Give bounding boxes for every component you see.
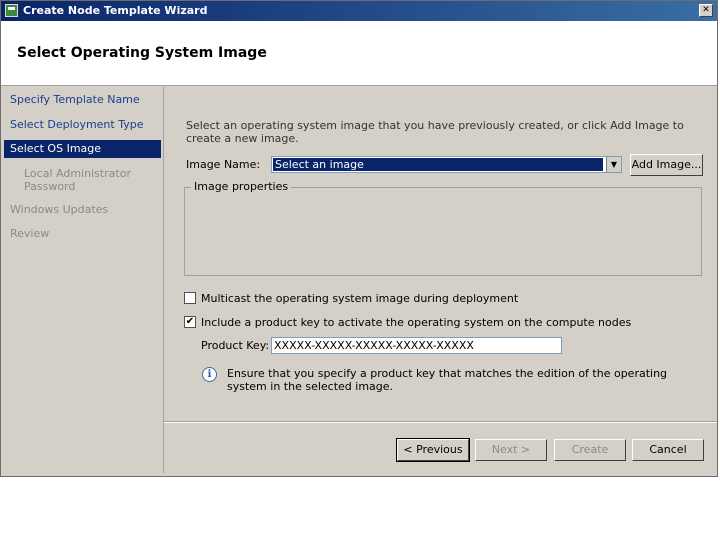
previous-button[interactable]: < Previous	[396, 438, 470, 462]
chevron-down-icon[interactable]: ▼	[606, 157, 621, 172]
image-properties-label: Image properties	[191, 180, 292, 193]
create-button[interactable]: Create	[554, 439, 626, 461]
image-name-label: Image Name:	[186, 158, 261, 171]
info-icon: i	[202, 367, 217, 382]
sidebar-item-select-os-image[interactable]: Select OS Image	[4, 140, 161, 158]
sidebar-item-review: Review	[4, 227, 161, 240]
wizard-steps-sidebar: Specify Template Name Select Deployment …	[4, 87, 164, 473]
sidebar-item-label: Windows Updates	[10, 203, 109, 216]
image-properties-group: Image properties	[184, 180, 702, 276]
title-bar: Create Node Template Wizard ✕	[1, 1, 717, 21]
sidebar-item-label: Review	[10, 227, 50, 240]
product-key-checkbox[interactable]: ✔	[184, 316, 196, 328]
sidebar-item-label: Local Administrator	[24, 167, 131, 180]
close-icon: ✕	[702, 5, 710, 15]
sidebar-item-label: Specify Template Name	[10, 93, 140, 106]
app-icon	[5, 4, 18, 17]
wizard-content: Select an operating system image that yo…	[164, 87, 717, 473]
sidebar-item-label-line2: Password	[24, 180, 76, 193]
product-key-label: Product Key:	[201, 339, 270, 352]
sidebar-item-local-administrator-password: Local Administrator Password	[4, 167, 161, 193]
intro-text: Select an operating system image that yo…	[186, 119, 684, 145]
wizard-window: Create Node Template Wizard ✕ Select Ope…	[0, 0, 718, 477]
next-button[interactable]: Next >	[475, 439, 547, 461]
page-title: Select Operating System Image	[17, 45, 267, 61]
product-key-info-text: Ensure that you specify a product key th…	[227, 367, 668, 393]
footer-divider	[164, 421, 717, 423]
window-title: Create Node Template Wizard	[23, 4, 208, 17]
product-key-checkbox-label: Include a product key to activate the op…	[201, 316, 632, 329]
multicast-label: Multicast the operating system image dur…	[201, 292, 519, 305]
sidebar-item-specify-template-name[interactable]: Specify Template Name	[4, 93, 161, 106]
sidebar-item-label: Select Deployment Type	[10, 118, 144, 131]
multicast-checkbox[interactable]	[184, 292, 196, 304]
check-icon: ✔	[185, 316, 195, 327]
cancel-button[interactable]: Cancel	[632, 439, 704, 461]
image-name-dropdown[interactable]: Select an image ▼	[271, 156, 622, 173]
sidebar-item-label: Select OS Image	[10, 142, 102, 155]
close-button[interactable]: ✕	[699, 4, 713, 17]
image-name-selected-value: Select an image	[273, 158, 603, 171]
product-key-input[interactable]: XXXXX-XXXXX-XXXXX-XXXXX-XXXXX	[271, 337, 562, 354]
add-image-button[interactable]: Add Image...	[630, 154, 703, 176]
wizard-header: Select Operating System Image	[1, 21, 717, 86]
sidebar-item-windows-updates: Windows Updates	[4, 203, 161, 216]
sidebar-item-select-deployment-type[interactable]: Select Deployment Type	[4, 118, 161, 131]
